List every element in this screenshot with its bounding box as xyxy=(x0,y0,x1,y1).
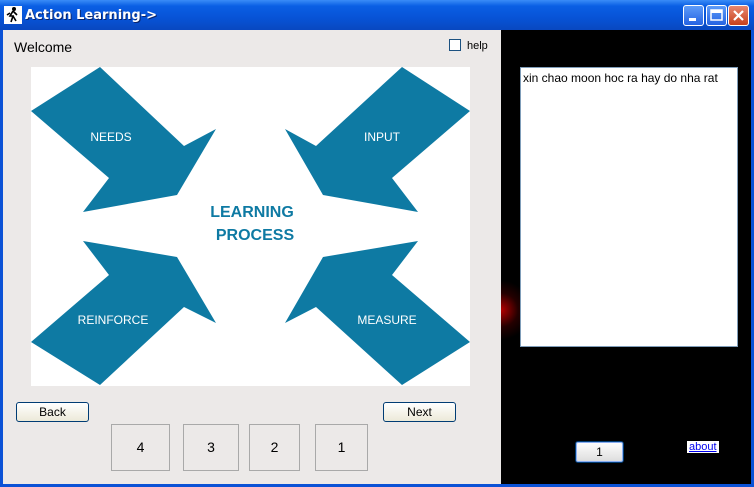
side-panel: xin chao moon hoc ra hay do nha rat 1 ab… xyxy=(501,30,751,484)
input-label: INPUT xyxy=(364,130,401,144)
page-box-4[interactable]: 4 xyxy=(111,424,170,471)
next-button[interactable]: Next xyxy=(383,402,456,422)
page-box-3[interactable]: 3 xyxy=(183,424,239,471)
measure-label: MEASURE xyxy=(357,313,416,327)
notes-textarea[interactable]: xin chao moon hoc ra hay do nha rat xyxy=(520,67,738,347)
window-title: Action Learning-> xyxy=(25,8,157,23)
about-link[interactable]: about xyxy=(687,441,719,453)
help-checkbox[interactable] xyxy=(449,39,461,51)
app-window: Action Learning-> Welcome help NEEDS INP… xyxy=(0,0,754,487)
minimize-button[interactable] xyxy=(683,5,704,26)
center-title-line2: PROCESS xyxy=(216,227,295,244)
maximize-icon xyxy=(710,9,723,21)
maximize-button[interactable] xyxy=(706,5,727,26)
needs-label: NEEDS xyxy=(90,130,131,144)
close-icon xyxy=(733,10,744,21)
page-box-2[interactable]: 2 xyxy=(249,424,300,471)
page-box-1[interactable]: 1 xyxy=(315,424,368,471)
help-label: help xyxy=(467,40,488,52)
close-button[interactable] xyxy=(728,5,749,26)
welcome-label: Welcome xyxy=(14,39,73,55)
center-title-line1: LEARNING xyxy=(210,204,294,221)
learning-process-diagram: NEEDS INPUT REINFORCE MEASURE LEARNING P… xyxy=(31,67,470,386)
back-button[interactable]: Back xyxy=(16,402,89,422)
main-panel: Welcome help NEEDS INPUT REINFORCE MEASU… xyxy=(3,30,501,484)
reinforce-label: REINFORCE xyxy=(78,313,149,327)
runner-icon xyxy=(4,6,22,24)
page-number-button[interactable]: 1 xyxy=(575,441,624,463)
minimize-icon xyxy=(689,18,696,21)
title-bar[interactable]: Action Learning-> xyxy=(0,0,754,30)
